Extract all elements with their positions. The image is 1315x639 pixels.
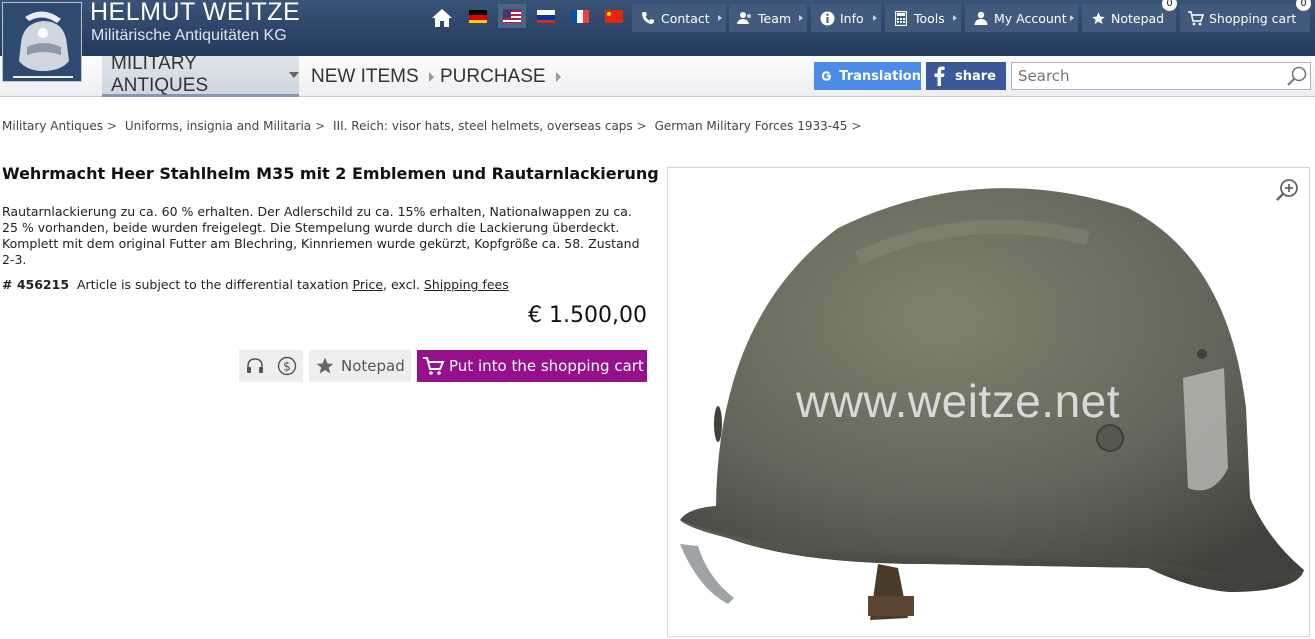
flag-usa-icon[interactable] bbox=[498, 4, 526, 28]
chevron-right-icon bbox=[873, 15, 877, 21]
product-description: Rautarnlackierung zu ca. 60 % erhalten. … bbox=[2, 204, 640, 267]
currency-button[interactable]: $ bbox=[271, 350, 303, 382]
facebook-icon bbox=[934, 66, 945, 86]
flag-russian-icon[interactable] bbox=[537, 9, 555, 23]
cart-icon bbox=[423, 357, 445, 375]
excl-text: , excl. bbox=[383, 277, 420, 292]
info-icon bbox=[819, 10, 835, 26]
nav-new-items[interactable]: NEW ITEMS bbox=[311, 56, 434, 97]
my-account-label: My Account bbox=[994, 10, 1067, 26]
nav-purchase[interactable]: PURCHASE bbox=[440, 56, 561, 97]
nav-purchase-label: PURCHASE bbox=[440, 65, 546, 87]
flag-chinese-icon[interactable] bbox=[605, 9, 623, 23]
translation-label: Translation bbox=[839, 68, 921, 84]
share-label: share bbox=[955, 68, 996, 84]
flag-french-icon[interactable] bbox=[571, 9, 589, 23]
breadcrumb-separator: > bbox=[106, 119, 118, 133]
breadcrumb-item[interactable]: Uniforms, insignia and Militaria bbox=[125, 119, 311, 133]
cart-icon bbox=[1188, 10, 1204, 26]
team-button[interactable]: Team bbox=[729, 4, 807, 32]
svg-text:$: $ bbox=[283, 360, 291, 374]
add-to-cart-button[interactable]: Put into the shopping cart bbox=[417, 350, 647, 382]
brand-name[interactable]: HELMUT WEITZE bbox=[90, 0, 300, 27]
article-number: # 456215 bbox=[2, 277, 70, 292]
google-g-icon bbox=[821, 71, 831, 81]
chevron-right-icon bbox=[555, 71, 561, 82]
flag-german-icon[interactable] bbox=[469, 9, 487, 23]
chevron-down-icon bbox=[289, 72, 299, 78]
top-bar: HELMUT WEITZE Militärische Antiquitäten … bbox=[0, 0, 1315, 56]
product-image-panel[interactable]: www.weitze.net bbox=[667, 167, 1310, 637]
info-label: Info bbox=[840, 10, 864, 26]
nav-military-antiques[interactable]: MILITARY ANTIQUES bbox=[102, 53, 299, 97]
tools-button[interactable]: Tools bbox=[885, 4, 961, 32]
product-title: Wehrmacht Heer Stahlhelm M35 mit 2 Emble… bbox=[2, 164, 659, 183]
zoom-in-icon[interactable] bbox=[1275, 178, 1299, 202]
helmet-logo-icon bbox=[3, 3, 81, 81]
contact-label: Contact bbox=[661, 10, 710, 26]
breadcrumb-item[interactable]: German Military Forces 1933-45 bbox=[655, 119, 848, 133]
search-input[interactable] bbox=[1011, 62, 1311, 90]
chevron-right-icon bbox=[799, 15, 803, 21]
notepad-button-label: Notepad bbox=[341, 357, 405, 375]
my-account-button[interactable]: My Account bbox=[965, 4, 1078, 32]
home-icon[interactable] bbox=[428, 6, 456, 30]
dollar-circle-icon: $ bbox=[277, 356, 297, 376]
facebook-share-button[interactable]: share bbox=[926, 62, 1006, 90]
chevron-right-icon bbox=[428, 71, 434, 82]
calculator-icon bbox=[893, 10, 909, 26]
shopping-cart-label: Shopping cart bbox=[1209, 10, 1297, 26]
info-button[interactable]: Info bbox=[811, 4, 881, 32]
chevron-right-icon bbox=[718, 15, 722, 21]
breadcrumb: Military Antiques > Uniforms, insignia an… bbox=[2, 119, 865, 133]
breadcrumb-item[interactable]: Military Antiques bbox=[2, 119, 103, 133]
price-link[interactable]: Price bbox=[353, 277, 384, 292]
tools-label: Tools bbox=[914, 10, 945, 26]
breadcrumb-separator: > bbox=[315, 119, 326, 133]
shipping-fees-link[interactable]: Shipping fees bbox=[424, 277, 509, 292]
logo[interactable] bbox=[2, 2, 82, 82]
notepad-button[interactable]: Notepad bbox=[1082, 4, 1176, 32]
breadcrumb-separator: > bbox=[851, 119, 862, 133]
translation-button[interactable]: Translation bbox=[814, 62, 921, 90]
star-icon bbox=[316, 357, 334, 374]
chevron-right-icon bbox=[953, 15, 957, 21]
chevron-right-icon bbox=[1070, 15, 1074, 21]
product-meta: # 456215 Article is subject to the diffe… bbox=[2, 277, 509, 292]
brand-subtitle: Militärische Antiquitäten KG bbox=[91, 27, 287, 44]
phone-icon bbox=[640, 10, 656, 26]
contact-button[interactable]: Contact bbox=[632, 4, 726, 32]
image-watermark: www.weitze.net bbox=[796, 375, 1121, 427]
headphones-icon bbox=[247, 358, 263, 373]
product-price: € 1.500,00 bbox=[528, 303, 647, 328]
shopping-cart-button[interactable]: Shopping cart bbox=[1180, 4, 1310, 32]
team-label: Team bbox=[758, 10, 792, 26]
tax-note: Article is subject to the differential t… bbox=[76, 277, 349, 292]
breadcrumb-item[interactable]: III. Reich: visor hats, steel helmets, o… bbox=[333, 119, 633, 133]
user-icon bbox=[973, 10, 989, 26]
add-to-notepad-button[interactable]: Notepad bbox=[309, 350, 411, 382]
nav-military-antiques-label: MILITARY ANTIQUES bbox=[111, 53, 209, 96]
star-icon bbox=[1090, 10, 1106, 26]
headphones-button[interactable] bbox=[239, 350, 271, 382]
search-icon[interactable] bbox=[1286, 65, 1308, 87]
add-to-cart-label: Put into the shopping cart bbox=[449, 357, 644, 375]
notepad-label: Notepad bbox=[1111, 10, 1165, 26]
nav-new-items-label: NEW ITEMS bbox=[311, 65, 419, 87]
team-icon bbox=[737, 10, 753, 26]
breadcrumb-separator: > bbox=[636, 119, 647, 133]
